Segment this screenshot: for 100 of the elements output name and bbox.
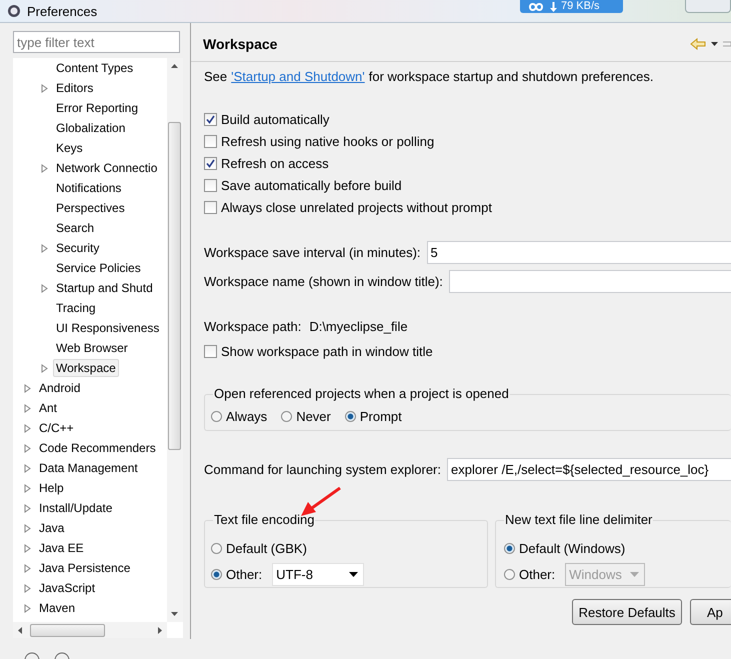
- expand-icon[interactable]: [41, 164, 48, 172]
- expand-icon[interactable]: [24, 444, 31, 452]
- expand-icon[interactable]: [24, 564, 31, 572]
- expand-icon[interactable]: [24, 544, 31, 552]
- tree-item[interactable]: Network Connectio: [53, 159, 160, 177]
- tree-item[interactable]: Java EE: [36, 539, 87, 557]
- checkbox[interactable]: [204, 178, 217, 192]
- group-title: New text file line delimiter: [504, 512, 654, 527]
- tree-item[interactable]: Android: [36, 379, 84, 397]
- tree-item[interactable]: Notifications: [53, 179, 124, 197]
- expand-icon[interactable]: [41, 84, 48, 92]
- expand-icon[interactable]: [41, 244, 48, 252]
- tree-item[interactable]: Ant: [36, 399, 60, 417]
- tree-item[interactable]: Help: [36, 479, 67, 497]
- page-title: Workspace: [203, 36, 278, 52]
- path-value: D:\myeclipse_file: [309, 319, 408, 334]
- tree-item[interactable]: Java: [36, 519, 68, 537]
- radio-button[interactable]: [211, 542, 222, 554]
- field-label: Command for launching system explorer:: [204, 462, 441, 477]
- tree-item[interactable]: Workspace: [53, 359, 119, 377]
- gear-icon: [7, 4, 21, 18]
- scroll-down-icon: [171, 612, 178, 616]
- tree-item[interactable]: C/C++: [36, 419, 77, 437]
- scroll-thumb[interactable]: [30, 624, 105, 636]
- tree-item[interactable]: Keys: [53, 139, 86, 157]
- checkbox[interactable]: [204, 344, 217, 358]
- download-speed: 79 KB/s: [561, 0, 600, 13]
- checkbox[interactable]: [204, 156, 217, 170]
- tree-item[interactable]: JavaScript: [36, 579, 98, 597]
- tree-item[interactable]: Globalization: [53, 119, 128, 137]
- back-arrow-icon: [690, 38, 706, 50]
- tree-item[interactable]: Security: [53, 239, 102, 257]
- radio-button[interactable]: [344, 411, 356, 422]
- radio-label: Prompt: [360, 409, 402, 424]
- radio-label: Other:: [519, 566, 556, 582]
- encoding-dropdown[interactable]: UTF-8: [272, 562, 364, 586]
- radio-button[interactable]: [211, 568, 222, 580]
- tree-item[interactable]: Data Management: [36, 459, 141, 477]
- expand-icon[interactable]: [24, 584, 31, 592]
- group-title: Open referenced projects when a project is opened: [213, 386, 510, 401]
- tree-item[interactable]: Tracing: [53, 299, 99, 317]
- expand-icon[interactable]: [24, 484, 31, 492]
- filter-field[interactable]: type filter text: [13, 31, 180, 53]
- radio-button[interactable]: [211, 411, 222, 422]
- expand-icon[interactable]: [24, 384, 31, 392]
- caret-icon: [630, 572, 640, 576]
- tree-item[interactable]: Install/Update: [36, 499, 116, 517]
- caret-icon: [349, 572, 358, 576]
- expand-icon[interactable]: [41, 284, 48, 292]
- tree-item[interactable]: Startup and Shutd: [53, 279, 156, 297]
- tree-item[interactable]: Maven: [36, 599, 78, 617]
- tree-item[interactable]: Editors: [53, 79, 96, 97]
- command-field[interactable]: explorer /E,/select=${selected_resource_loc}: [447, 458, 731, 481]
- tree-item[interactable]: Code Recommenders: [36, 439, 159, 457]
- tree-item[interactable]: Java Persistence: [36, 559, 134, 577]
- checkbox-label: Build automatically: [221, 112, 330, 126]
- tree-item[interactable]: Search: [53, 219, 98, 237]
- checkbox[interactable]: [204, 112, 217, 126]
- minimize-button[interactable]: [685, 0, 731, 13]
- field-label: Workspace save interval (in minutes):: [204, 245, 421, 260]
- name-field[interactable]: [448, 270, 731, 293]
- checkbox-label: Always close unrelated projects without prompt: [221, 200, 492, 214]
- tree-item[interactable]: Content Types: [53, 59, 136, 77]
- scroll-up-icon: [171, 64, 178, 68]
- expand-icon[interactable]: [24, 504, 31, 512]
- expand-icon[interactable]: [24, 424, 31, 432]
- apply-button[interactable]: Ap: [690, 599, 731, 625]
- intro-text: See: [204, 69, 228, 84]
- expand-icon[interactable]: [24, 524, 31, 532]
- checkbox[interactable]: [204, 134, 217, 148]
- download-arrow-icon: [550, 2, 557, 12]
- field-label: Workspace path:: [204, 319, 302, 334]
- window-title: Preferences: [27, 4, 98, 18]
- tree-item[interactable]: Web Browser: [53, 339, 131, 357]
- expand-icon[interactable]: [41, 364, 48, 372]
- intro-text: for workspace startup and shutdown preferences.: [368, 69, 654, 84]
- radio-button[interactable]: [504, 542, 515, 554]
- interval-field[interactable]: 5: [426, 241, 731, 264]
- radio-label: Default (Windows): [519, 540, 626, 556]
- tree-item[interactable]: Perspectives: [53, 199, 128, 217]
- group-title: Text file encoding: [213, 512, 316, 527]
- checkbox[interactable]: [204, 200, 217, 214]
- expand-icon[interactable]: [24, 404, 31, 412]
- restore-defaults-button[interactable]: Restore Defaults: [572, 599, 682, 625]
- radio-label: Never: [296, 409, 331, 424]
- tree-item[interactable]: Service Policies: [53, 259, 144, 277]
- scroll-right-icon: [158, 626, 162, 634]
- expand-icon[interactable]: [24, 464, 31, 472]
- vertical-scrollbar[interactable]: [167, 58, 183, 622]
- infinity-icon: [526, 0, 546, 12]
- checkbox-label: Save automatically before build: [221, 178, 402, 192]
- tree-item[interactable]: UI Responsiveness: [53, 319, 162, 337]
- scroll-thumb[interactable]: [168, 122, 181, 450]
- startup-link[interactable]: 'Startup and Shutdown': [231, 69, 365, 84]
- tree-item[interactable]: Error Reporting: [53, 99, 142, 117]
- radio-button[interactable]: [281, 411, 292, 422]
- checkbox-label: Show workspace path in window title: [221, 344, 433, 358]
- scroll-left-icon: [18, 626, 22, 634]
- radio-label: Other:: [226, 566, 262, 582]
- expand-icon[interactable]: [24, 604, 31, 612]
